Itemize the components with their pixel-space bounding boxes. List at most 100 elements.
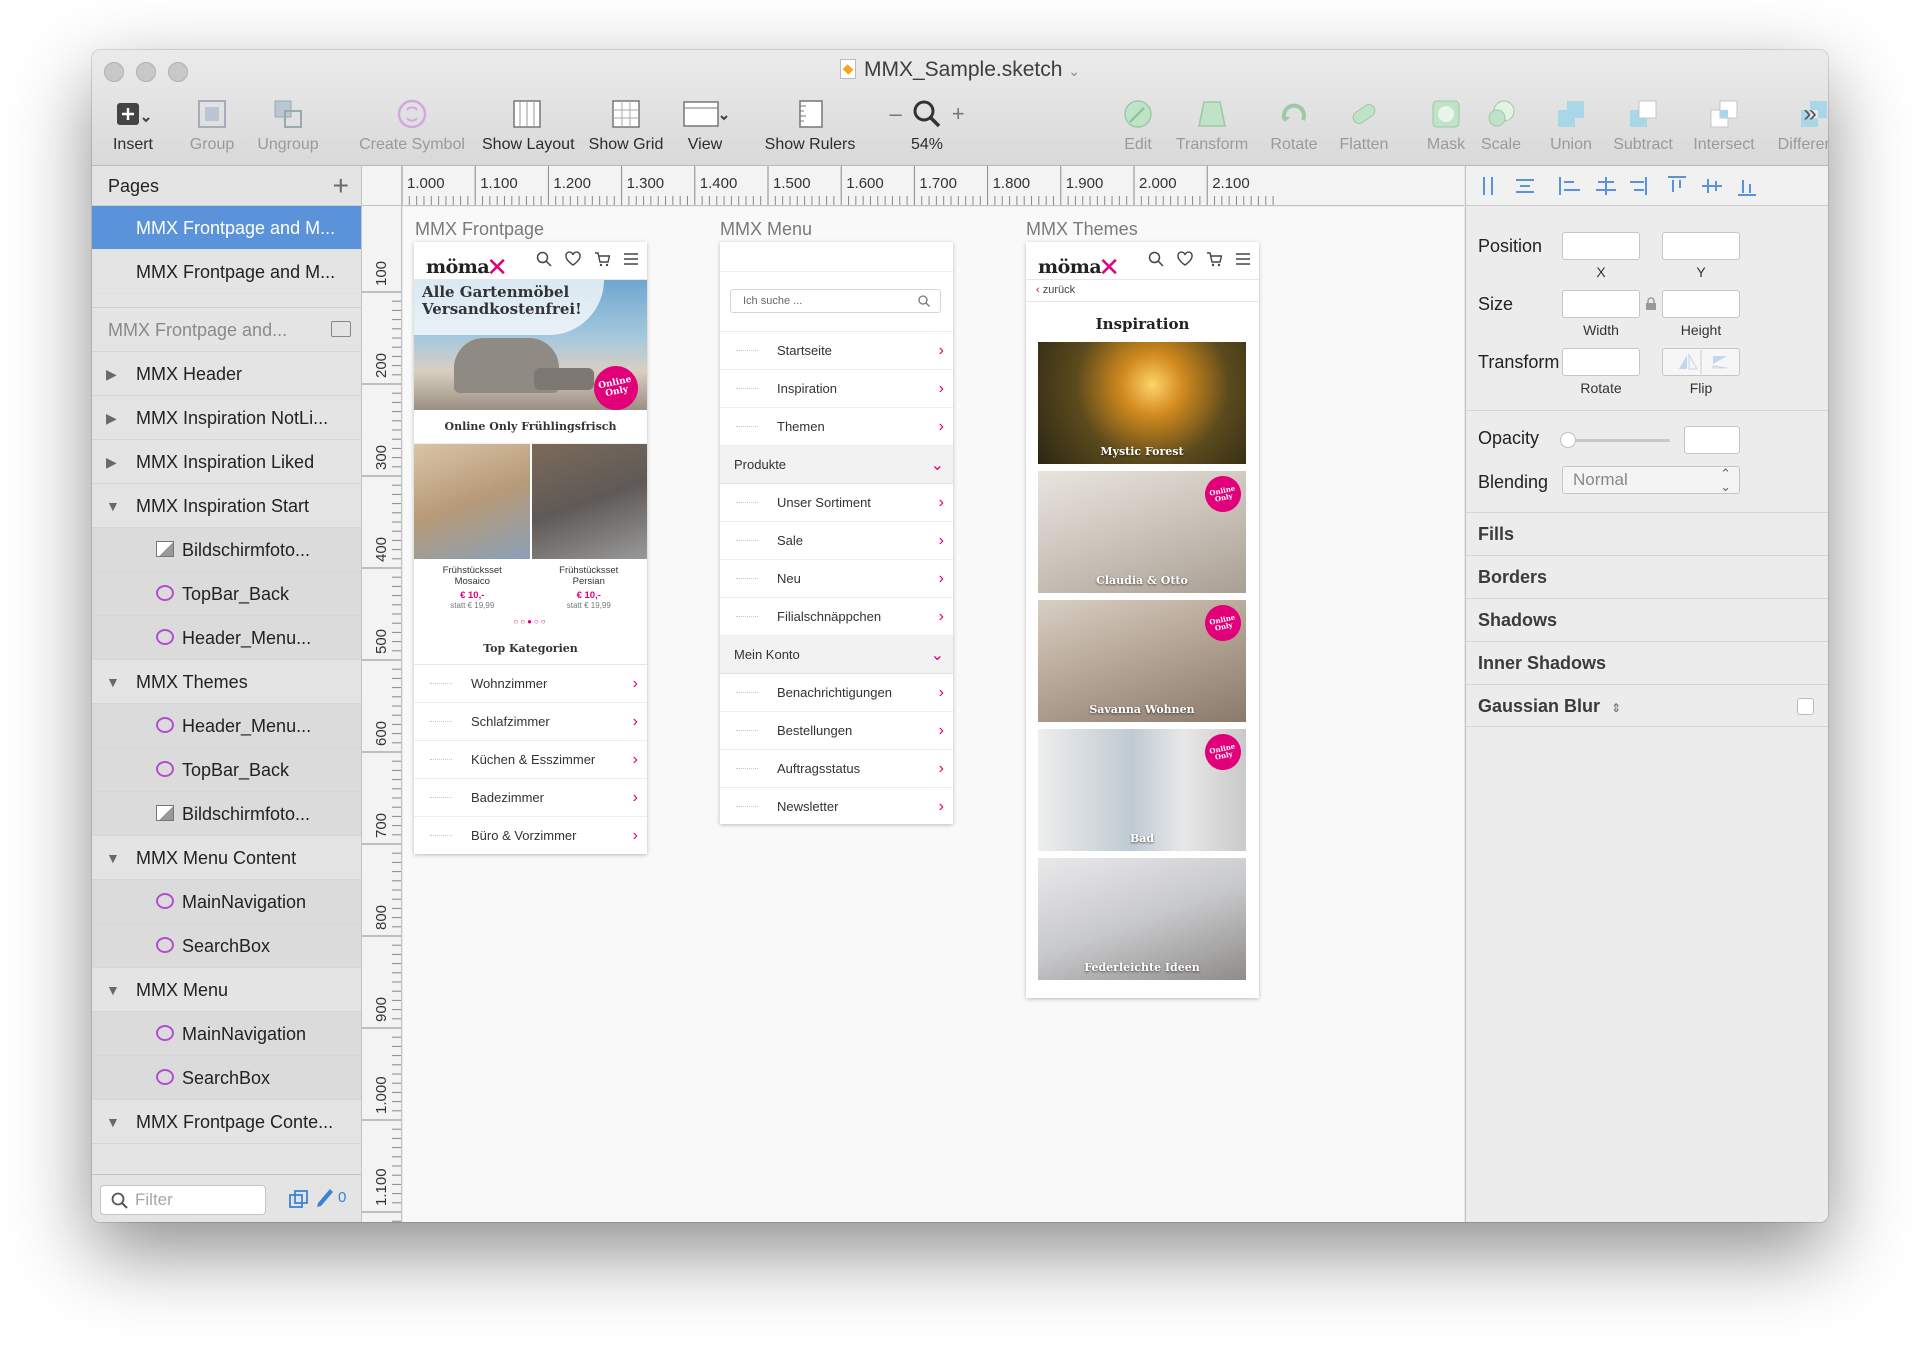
lock-icon[interactable] (1645, 297, 1657, 311)
nav-item[interactable]: Wohnzimmer › (414, 665, 647, 703)
brush-icon[interactable] (314, 1188, 334, 1210)
search-icon[interactable] (536, 251, 552, 267)
horizontal-ruler[interactable]: 1.000 1.100 1.200 1.300 1.400 1.500 1.600 1.700… (362, 166, 1464, 206)
layer-group[interactable]: ▼ MMX Frontpage Conte... (92, 1100, 361, 1144)
theme-card[interactable]: Mystic Forest (1038, 342, 1246, 464)
flatten-button[interactable]: Flatten (1334, 94, 1394, 154)
collapse-layers-icon[interactable] (331, 321, 351, 337)
layer-item[interactable]: SearchBox (92, 1056, 361, 1100)
menu-section-account[interactable]: Mein Konto ⌄ (720, 636, 953, 674)
disclosure-open-icon[interactable]: ▼ (106, 836, 120, 879)
layer-item[interactable]: MainNavigation (92, 880, 361, 924)
heart-icon[interactable] (565, 251, 581, 267)
nav-item[interactable]: Filialschnäppchen › (720, 598, 953, 636)
blending-select[interactable]: Normal ⌃ ⌄ (1562, 466, 1740, 494)
vertical-ruler[interactable]: 100 200 300 400 500 600 700 800 900 1.000 1.100 (362, 206, 402, 1222)
search-icon[interactable] (1148, 251, 1164, 267)
nav-item[interactable]: Küchen & Esszimmer › (414, 741, 647, 779)
nav-item[interactable]: Unser Sortiment › (720, 484, 953, 522)
mask-button[interactable]: Mask (1422, 94, 1470, 154)
nav-item[interactable]: Auftragsstatus › (720, 750, 953, 788)
menu-icon[interactable] (623, 251, 639, 267)
nav-item[interactable]: Schlafzimmer › (414, 703, 647, 741)
insert-button[interactable]: Insert (104, 94, 162, 154)
toolbar-overflow-button[interactable]: » (1800, 100, 1820, 128)
artboard-frontpage[interactable]: möma✕ Alle Gartenmöbel Versandkostenfrei… (414, 242, 647, 854)
zoom-control[interactable]: – + 54% (882, 94, 972, 154)
filter-input[interactable]: Filter (100, 1185, 266, 1215)
scale-button[interactable]: Scale (1478, 94, 1524, 154)
shadows-section[interactable]: Shadows (1466, 598, 1828, 641)
transform-button[interactable]: Transform (1170, 94, 1254, 154)
menu-search-input[interactable]: Ich suche ... (730, 289, 941, 313)
layer-item[interactable]: Header_Menu... (92, 616, 361, 660)
disclosure-closed-icon[interactable]: ▶ (106, 396, 117, 439)
layer-item[interactable]: Bildschirmfoto... (92, 528, 361, 572)
nav-item[interactable]: Inspiration › (720, 370, 953, 408)
nav-item[interactable]: Themen › (720, 408, 953, 446)
height-field[interactable] (1662, 290, 1740, 318)
artboard-label-themes[interactable]: MMX Themes (1026, 219, 1138, 240)
view-button[interactable]: View (678, 94, 732, 154)
ungroup-button[interactable]: Ungroup (250, 94, 326, 154)
layer-item[interactable]: MainNavigation (92, 1012, 361, 1056)
add-page-icon[interactable]: + (333, 166, 349, 206)
heart-icon[interactable] (1177, 251, 1193, 267)
artboard-label-frontpage[interactable]: MMX Frontpage (415, 219, 544, 240)
width-field[interactable] (1562, 290, 1640, 318)
layer-group[interactable]: ▶ MMX Inspiration Liked (92, 440, 361, 484)
cart-icon[interactable] (1206, 251, 1222, 267)
layer-item[interactable]: Bildschirmfoto... (92, 792, 361, 836)
window-title[interactable]: MMX_Sample.sketch ⌄ (92, 58, 1828, 82)
layer-group[interactable]: ▼ MMX Menu Content (92, 836, 361, 880)
zoom-out-button[interactable]: – (889, 101, 901, 127)
layer-group[interactable]: ▼ MMX Inspiration Start (92, 484, 361, 528)
layer-group[interactable]: ▶ MMX Header (92, 352, 361, 396)
theme-card[interactable]: Federleichte Ideen (1038, 858, 1246, 980)
layer-group[interactable]: ▼ MMX Themes (92, 660, 361, 704)
cart-icon[interactable] (594, 251, 610, 267)
opacity-slider[interactable] (1562, 439, 1670, 442)
position-y-field[interactable] (1662, 232, 1740, 260)
show-rulers-button[interactable]: Show Rulers (760, 94, 860, 154)
carousel-dots[interactable]: ○○●○○ (414, 617, 647, 633)
menu-icon[interactable] (1235, 251, 1251, 267)
disclosure-open-icon[interactable]: ▼ (106, 1100, 120, 1143)
artboard-menu[interactable]: Ich suche ... Startseite › Inspiration › The… (720, 242, 953, 824)
product-card-2[interactable]: Frühstücksset Persian € 10,- statt € 19,… (531, 559, 648, 617)
pages-divider[interactable] (92, 294, 361, 308)
flip-buttons[interactable] (1662, 348, 1740, 376)
layer-item[interactable]: TopBar_Back (92, 572, 361, 616)
intersect-button[interactable]: Intersect (1688, 94, 1760, 154)
layer-item[interactable]: Header_Menu... (92, 704, 361, 748)
theme-card[interactable]: Claudia & Otto Online Only (1038, 471, 1246, 593)
canvas[interactable]: MMX Frontpage möma✕ Alle Gartenmöbel Ver… (403, 207, 1464, 1222)
fills-section[interactable]: Fills (1466, 512, 1828, 555)
product-image-persian[interactable] (531, 444, 647, 559)
artboard-themes[interactable]: möma✕ ‹ zurück Inspiration Mystic Forest… (1026, 242, 1259, 998)
edit-button[interactable]: Edit (1116, 94, 1160, 154)
alignment-icons[interactable] (1480, 174, 1810, 198)
zoom-in-button[interactable]: + (952, 101, 965, 127)
nav-item[interactable]: Büro & Vorzimmer › (414, 817, 647, 854)
hero-banner[interactable]: Alle Gartenmöbel Versandkostenfrei! Onli… (414, 280, 647, 415)
union-button[interactable]: Union (1546, 94, 1596, 154)
layer-group[interactable]: ▼ MMX Menu (92, 968, 361, 1012)
gaussian-blur-section[interactable]: Gaussian Blur ⇕ (1466, 684, 1828, 727)
disclosure-open-icon[interactable]: ▼ (106, 968, 120, 1011)
product-image-mosaico[interactable] (414, 444, 530, 559)
page-item-2[interactable]: MMX Frontpage and M... (92, 250, 361, 294)
artboard-label-menu[interactable]: MMX Menu (720, 219, 812, 240)
borders-section[interactable]: Borders (1466, 555, 1828, 598)
updown-chevron-icon[interactable]: ⇕ (1611, 701, 1621, 715)
nav-item[interactable]: Neu › (720, 560, 953, 598)
layer-item[interactable]: SearchBox (92, 924, 361, 968)
product-card-1[interactable]: Frühstücksset Mosaico € 10,- statt € 19,… (414, 559, 531, 617)
create-symbol-button[interactable]: Create Symbol (354, 94, 470, 154)
group-button[interactable]: Group (184, 94, 240, 154)
subtract-button[interactable]: Subtract (1608, 94, 1678, 154)
menu-section-products[interactable]: Produkte ⌄ (720, 446, 953, 484)
disclosure-closed-icon[interactable]: ▶ (106, 440, 117, 483)
rotate-field[interactable] (1562, 348, 1640, 376)
symbols-filter-icon[interactable] (288, 1189, 310, 1211)
